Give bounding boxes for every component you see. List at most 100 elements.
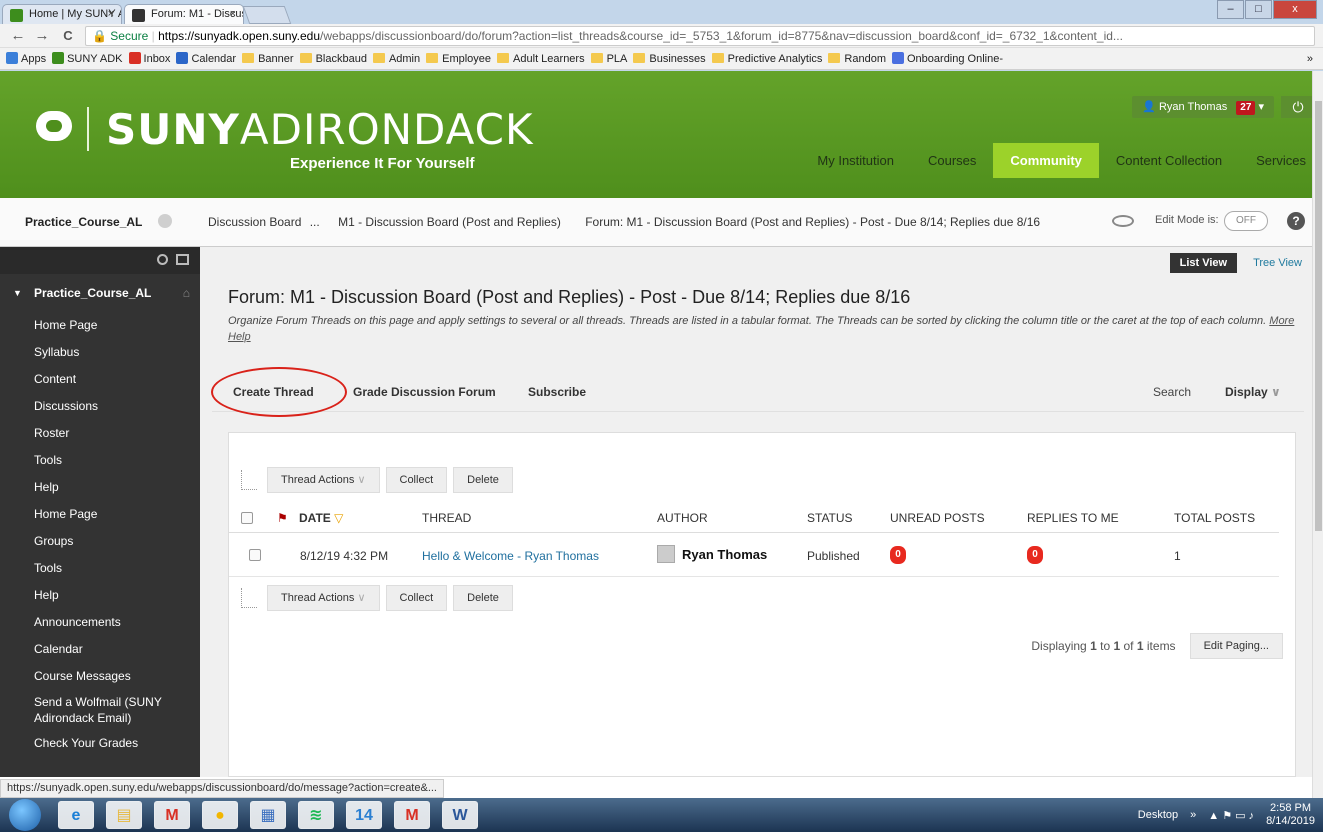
collect-button[interactable]: Collect <box>385 467 448 493</box>
folder-view-icon[interactable] <box>176 254 189 265</box>
calendar-icon[interactable]: 14 <box>346 801 382 829</box>
scrollbar-thumb[interactable] <box>1315 101 1322 531</box>
thread-link[interactable]: Hello & Welcome - Ryan Thomas <box>422 549 599 563</box>
desktop-toolbar[interactable]: Desktop <box>1138 809 1178 821</box>
delete-button[interactable]: Delete <box>453 585 513 611</box>
sidebar-item-content[interactable]: Content <box>0 366 200 393</box>
reload-button[interactable]: C <box>58 26 78 46</box>
help-icon[interactable]: ? <box>1287 212 1305 230</box>
sidebar-item-groups[interactable]: Groups <box>0 528 200 555</box>
refresh-icon[interactable] <box>157 254 168 265</box>
page-scrollbar[interactable] <box>1312 71 1323 798</box>
clock[interactable]: 2:58 PM 8/14/2019 <box>1266 802 1315 828</box>
subscribe-button[interactable]: Subscribe <box>528 385 586 399</box>
row-checkbox[interactable] <box>249 549 261 561</box>
select-all-checkbox[interactable] <box>241 512 253 524</box>
grade-discussion-forum-button[interactable]: Grade Discussion Forum <box>353 385 496 399</box>
chrome-icon[interactable]: ● <box>202 801 238 829</box>
bookmark-6[interactable]: Admin <box>372 48 420 69</box>
bookmark-12[interactable]: Random <box>828 48 886 69</box>
edit-mode-toggle[interactable]: OFF <box>1224 211 1268 231</box>
thread-author[interactable]: Ryan Thomas <box>682 547 767 562</box>
spotify-icon[interactable]: ≋ <box>298 801 334 829</box>
course-title[interactable]: Practice_Course_AL <box>25 215 142 229</box>
thread-actions-menu[interactable]: Thread Actions ∨ <box>267 467 380 493</box>
user-menu[interactable]: 👤 Ryan Thomas 27 ▾ <box>1132 96 1274 118</box>
breadcrumb-ellipsis[interactable]: ... <box>310 215 320 229</box>
sidebar-item-tools[interactable]: Tools <box>0 555 200 582</box>
new-tab-button[interactable] <box>242 6 292 24</box>
column-replies[interactable]: REPLIES TO ME <box>1027 511 1119 525</box>
sidebar-item-announcements[interactable]: Announcements <box>0 609 200 636</box>
tab-suny-home[interactable]: Home | My SUNY ADK × <box>2 4 122 26</box>
close-window-button[interactable]: x <box>1273 0 1317 19</box>
column-total[interactable]: TOTAL POSTS <box>1174 511 1255 525</box>
flag-tray-icon[interactable]: ▲ ⚑ ▭ ♪ <box>1208 809 1254 822</box>
search-button[interactable]: Search <box>1153 385 1191 399</box>
column-thread[interactable]: THREAD <box>422 511 471 525</box>
explorer-icon[interactable]: ▤ <box>106 801 142 829</box>
replies-badge[interactable]: 0 <box>1027 546 1043 564</box>
nav-my-institution[interactable]: My Institution <box>800 143 911 178</box>
nav-services[interactable]: Services <box>1239 143 1323 178</box>
bookmark-5[interactable]: Blackbaud <box>299 48 367 69</box>
sidebar-item-discussions[interactable]: Discussions <box>0 393 200 420</box>
thread-actions-menu[interactable]: Thread Actions ∨ <box>267 585 380 611</box>
sidebar-item-help[interactable]: Help <box>0 582 200 609</box>
course-menu-icon[interactable] <box>158 214 172 228</box>
bookmark-10[interactable]: Businesses <box>633 48 706 69</box>
sidebar-item-home-page[interactable]: Home Page <box>0 312 200 339</box>
bookmark-4[interactable]: Banner <box>242 48 294 69</box>
minimize-button[interactable]: – <box>1217 0 1244 19</box>
ie-icon[interactable]: e <box>58 801 94 829</box>
breadcrumb-m1-board[interactable]: M1 - Discussion Board (Post and Replies) <box>338 215 561 229</box>
back-button[interactable]: ← <box>8 26 28 46</box>
sidebar-item-send-a-wolfmail-suny-adirondack-email[interactable]: Send a Wolfmail (SUNY Adirondack Email) <box>0 690 200 730</box>
bookmarks-more-icon[interactable]: » <box>1307 48 1313 69</box>
column-author[interactable]: AUTHOR <box>657 511 708 525</box>
outlook-icon[interactable]: ▦ <box>250 801 286 829</box>
word-icon[interactable]: W <box>442 801 478 829</box>
nav-content-collection[interactable]: Content Collection <box>1099 143 1239 178</box>
delete-button[interactable]: Delete <box>453 467 513 493</box>
gmail-icon[interactable]: M <box>154 801 190 829</box>
sidebar-item-help[interactable]: Help <box>0 474 200 501</box>
logo-text[interactable]: SUNYADIRONDACK <box>106 105 534 154</box>
sidebar-course-title[interactable]: ▼ Practice_Course_AL ⌂ <box>0 274 200 312</box>
maximize-button[interactable]: □ <box>1245 0 1272 19</box>
nav-courses[interactable]: Courses <box>911 143 993 178</box>
sidebar-item-home-page[interactable]: Home Page <box>0 501 200 528</box>
tree-view-button[interactable]: Tree View <box>1243 253 1312 273</box>
forward-button[interactable]: → <box>32 26 52 46</box>
collect-button[interactable]: Collect <box>385 585 448 611</box>
bookmark-13[interactable]: Onboarding Online- <box>892 48 1003 69</box>
breadcrumb-discussion-board[interactable]: Discussion Board <box>208 215 301 229</box>
bookmark-3[interactable]: Calendar <box>176 48 236 69</box>
close-tab-icon[interactable]: × <box>108 8 114 20</box>
tab-forum[interactable]: Forum: M1 - Discussion B × <box>124 4 244 26</box>
column-status[interactable]: STATUS <box>807 511 853 525</box>
unread-posts-badge[interactable]: 0 <box>890 546 906 564</box>
sidebar-item-calendar[interactable]: Calendar <box>0 636 200 663</box>
student-preview-icon[interactable] <box>1112 215 1134 227</box>
sidebar-item-tools[interactable]: Tools <box>0 447 200 474</box>
bookmark-2[interactable]: Inbox <box>128 48 170 69</box>
column-date[interactable]: DATE ▽ <box>299 511 343 525</box>
column-unread[interactable]: UNREAD POSTS <box>890 511 985 525</box>
bookmark-9[interactable]: PLA <box>590 48 627 69</box>
edit-paging-button[interactable]: Edit Paging... <box>1189 633 1283 659</box>
bookmark-8[interactable]: Adult Learners <box>497 48 585 69</box>
bookmark-7[interactable]: Employee <box>426 48 491 69</box>
display-menu[interactable]: Display ∨ <box>1225 385 1281 399</box>
nav-community[interactable]: Community <box>993 143 1099 178</box>
list-view-button[interactable]: List View <box>1169 253 1238 273</box>
sidebar-item-syllabus[interactable]: Syllabus <box>0 339 200 366</box>
close-tab-icon[interactable]: × <box>230 8 236 20</box>
more-icon[interactable]: » <box>1190 809 1196 821</box>
start-button-icon[interactable] <box>9 799 41 831</box>
address-bar[interactable]: 🔒 Secure | https://sunyadk.open.suny.edu… <box>85 26 1315 46</box>
flag-icon[interactable]: ⚑ <box>277 511 288 525</box>
bookmark-1[interactable]: SUNY ADK <box>52 48 123 69</box>
sidebar-item-roster[interactable]: Roster <box>0 420 200 447</box>
sidebar-item-course-messages[interactable]: Course Messages <box>0 663 200 690</box>
